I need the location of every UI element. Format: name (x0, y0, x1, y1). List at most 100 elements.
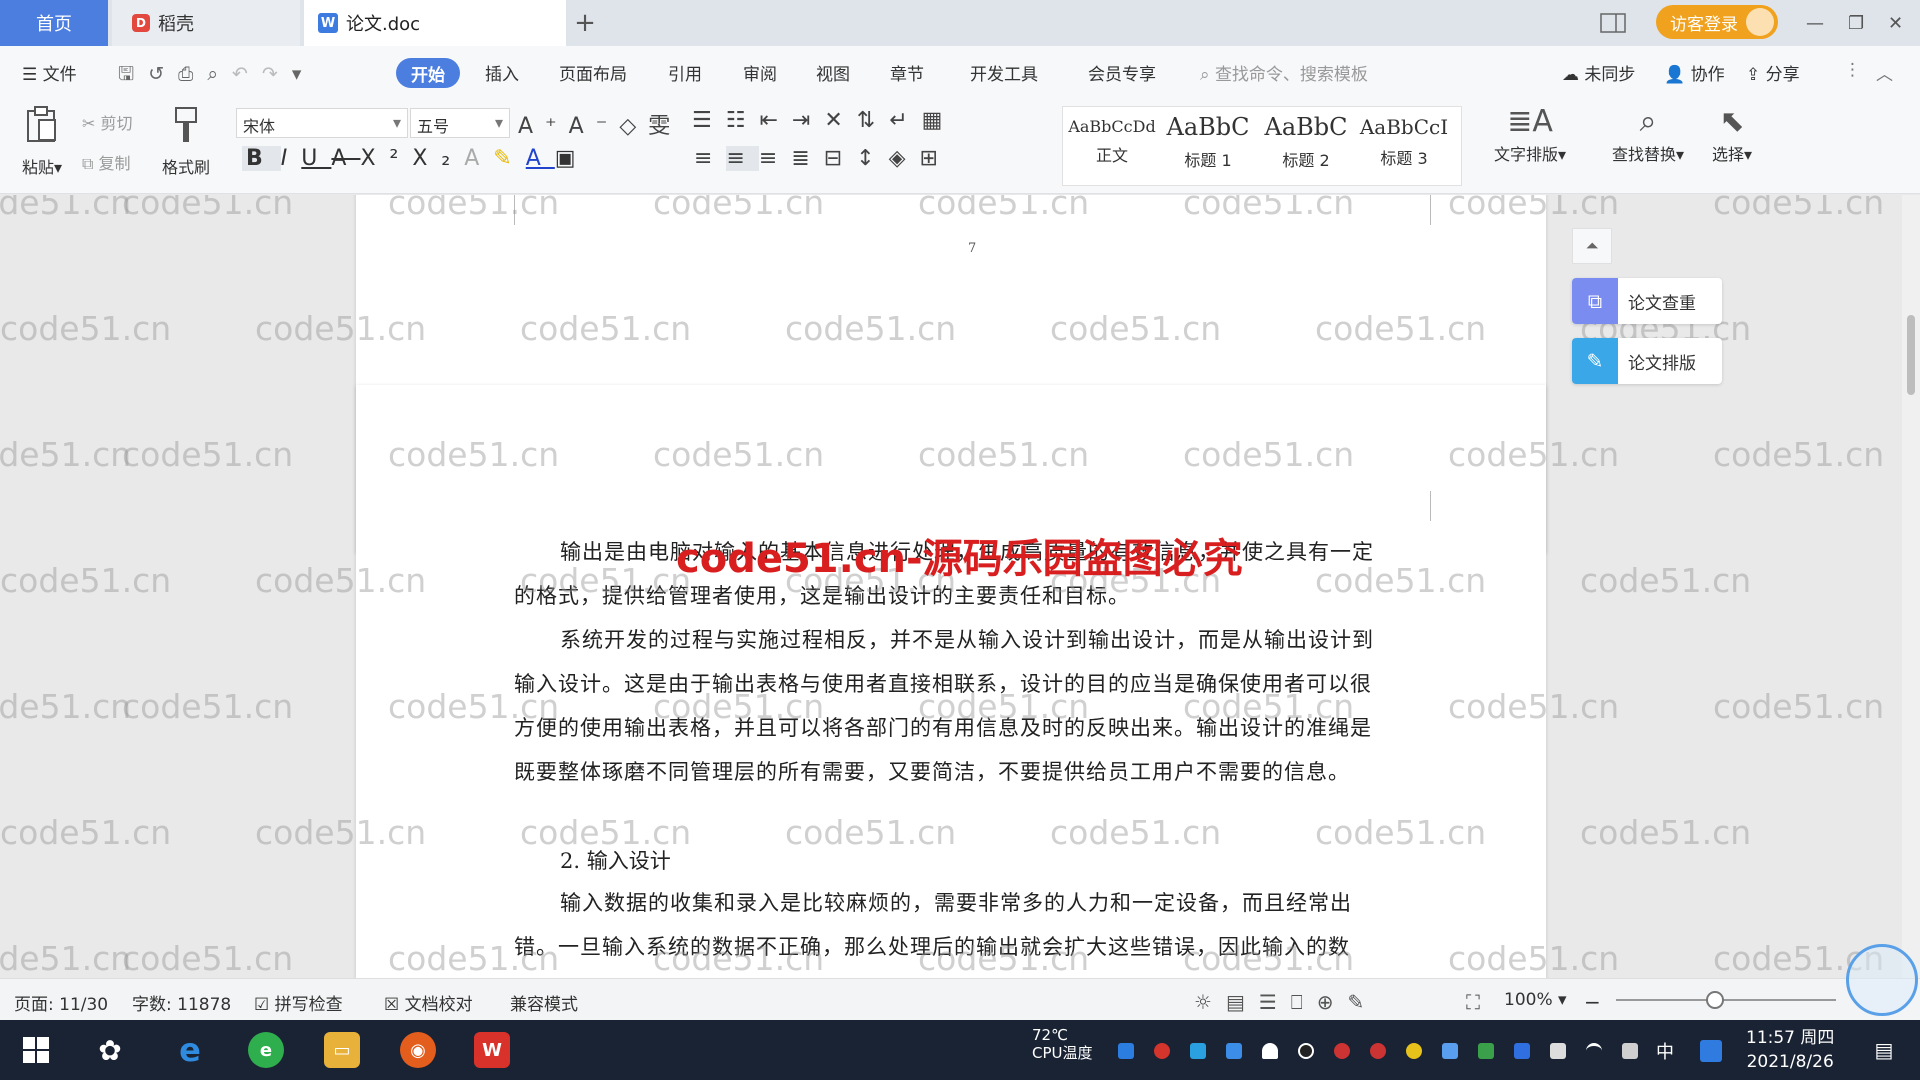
close-button[interactable]: ✕ (1888, 0, 1903, 46)
tab-insert[interactable]: 插入 (485, 60, 519, 85)
tab-developer[interactable]: 开发工具 (970, 60, 1038, 85)
new-tab-button[interactable]: + (570, 0, 600, 46)
ime-indicator[interactable]: 中 (1656, 1038, 1674, 1064)
write-view-icon[interactable]: ✎ (1348, 990, 1379, 1014)
tray-app-icon[interactable] (1118, 1043, 1134, 1059)
cut-button[interactable]: ✂ 剪切 (82, 110, 133, 134)
distributed-icon[interactable]: ⊟ (824, 146, 856, 171)
justify-icon[interactable]: ≣ (791, 146, 823, 171)
tray-bell-icon[interactable] (1262, 1043, 1278, 1059)
internet-explorer-icon[interactable]: e (172, 1031, 208, 1069)
wifi-icon[interactable] (1586, 1043, 1602, 1059)
grow-font-icon[interactable]: A⁺ (518, 114, 569, 139)
floating-tool-circle[interactable] (1846, 944, 1918, 1016)
sort-icon[interactable]: ⇅ (857, 108, 889, 133)
tray-plus-icon[interactable] (1406, 1043, 1422, 1059)
tray-shield-icon[interactable] (1226, 1043, 1242, 1059)
sync-button[interactable]: ☁ 未同步 (1562, 60, 1635, 85)
tray-antivirus-icon[interactable] (1154, 1043, 1170, 1059)
bullet-list-icon[interactable]: ☰ (692, 108, 726, 133)
tray-nvidia-icon[interactable] (1478, 1043, 1494, 1059)
pinwheel-app-icon[interactable]: ✿ (92, 1032, 128, 1068)
underline-icon[interactable]: U (301, 146, 331, 171)
battery-icon[interactable] (1550, 1043, 1566, 1059)
more-options-icon[interactable]: ⋮ (1844, 60, 1861, 80)
restore-button[interactable]: ❐ (1848, 0, 1864, 46)
tray-qq-icon-2[interactable] (1334, 1043, 1350, 1059)
system-clock[interactable]: 11:57 周四 2021/8/26 (1746, 1026, 1834, 1074)
style-heading-2[interactable]: AaBbC 标题 2 (1259, 107, 1353, 185)
browser-360-icon[interactable]: e (248, 1032, 284, 1068)
redo-icon[interactable]: ↷ (262, 63, 292, 85)
style-heading-1[interactable]: AaBbC 标题 1 (1161, 107, 1255, 185)
line-spacing-icon[interactable]: ↕ (856, 146, 888, 171)
shrink-font-icon[interactable]: A⁻ (569, 114, 620, 139)
fit-page-icon[interactable]: ⛶ (1466, 990, 1480, 1014)
scrollbar-thumb[interactable] (1907, 315, 1915, 395)
guest-login-button[interactable]: 访客登录 (1656, 5, 1778, 39)
side-panel-collapse-button[interactable]: ⏶ (1572, 228, 1612, 264)
show-marks-icon[interactable]: ↵ (889, 108, 921, 133)
minimize-button[interactable]: — (1806, 0, 1824, 46)
spell-check-button[interactable]: ☑ 拼写检查 (254, 990, 343, 1015)
quick-access-toolbar[interactable]: 🖫↺⎙⌕↶↷▾ (118, 60, 315, 92)
tab-document[interactable]: W 论文.doc (304, 0, 566, 46)
clear-format-icon[interactable]: ◇ (619, 114, 648, 139)
zoom-slider-track[interactable] (1616, 999, 1836, 1001)
collapse-ribbon-icon[interactable]: ︿ (1876, 60, 1893, 85)
undo-icon[interactable]: ↶ (232, 63, 262, 85)
tab-member[interactable]: 会员专享 (1088, 60, 1156, 85)
subscript-icon[interactable]: X₂ (412, 146, 464, 171)
window-layout-icon[interactable] (1600, 0, 1626, 46)
font-color-icon[interactable]: A (526, 146, 555, 171)
read-view-icon[interactable]: ⎕ (1291, 990, 1317, 1014)
tab-page-layout[interactable]: 页面布局 (559, 60, 627, 85)
tab-review[interactable]: 审阅 (743, 60, 777, 85)
windows-start-icon[interactable] (18, 1032, 54, 1068)
tray-network-tool-icon[interactable] (1190, 1043, 1206, 1059)
style-heading-3[interactable]: AaBbCcI 标题 3 (1357, 107, 1451, 185)
bold-icon[interactable]: B (242, 146, 281, 171)
thesis-layout-button[interactable]: ✎ 论文排版 (1572, 338, 1722, 384)
tab-home[interactable]: 首页 (0, 0, 108, 46)
text-effect-icon[interactable]: A (464, 146, 493, 171)
wps-writer-taskbar-icon[interactable]: W (474, 1032, 510, 1068)
save-icon[interactable]: 🖫 (118, 63, 148, 85)
tray-qq-icon[interactable] (1298, 1043, 1314, 1059)
web-view-icon[interactable]: ⊕ (1317, 990, 1348, 1014)
zoom-level[interactable]: 100% ▾ (1504, 990, 1567, 1010)
chinese-layout-icon[interactable]: ✕ (824, 108, 856, 133)
find-replace-button[interactable]: ⌕ 查找替换▾ (1612, 104, 1684, 165)
numbered-list-icon[interactable]: ☷ (726, 108, 760, 133)
italic-icon[interactable]: I (281, 146, 302, 171)
eye-protect-icon[interactable]: ☼ (1194, 990, 1226, 1014)
tab-daoke[interactable]: D 稻壳 (112, 0, 300, 46)
page-indicator[interactable]: 页面: 11/30 (14, 990, 108, 1015)
proofread-button[interactable]: ☒ 文档校对 (384, 990, 473, 1015)
notification-center-icon[interactable]: ▤ (1866, 1032, 1902, 1068)
char-border-icon[interactable]: ▣ (555, 146, 590, 171)
cpu-temp-widget[interactable]: 72℃ CPU温度 (1032, 1026, 1093, 1062)
tray-qq-icon-3[interactable] (1370, 1043, 1386, 1059)
paste-button[interactable]: 粘贴▾ (22, 106, 62, 178)
superscript-icon[interactable]: X² (360, 146, 412, 171)
shading-icon[interactable]: ◈ (889, 146, 920, 171)
format-painter-button[interactable]: 格式刷 (162, 106, 210, 178)
strikethrough-icon[interactable]: A (331, 146, 360, 171)
tab-home-ribbon[interactable]: 开始 (396, 58, 460, 88)
align-left-icon[interactable]: ≡ (694, 146, 726, 171)
bluetooth-icon[interactable] (1514, 1043, 1530, 1059)
align-center-icon[interactable]: ≡ (726, 146, 759, 171)
borders-icon[interactable]: ⊞ (920, 146, 952, 171)
file-explorer-icon[interactable]: ▭ (324, 1032, 360, 1068)
zoom-out-icon[interactable]: − (1584, 990, 1601, 1014)
tab-view[interactable]: 视图 (816, 60, 850, 85)
zoom-slider-knob[interactable] (1706, 991, 1724, 1009)
align-right-icon[interactable]: ≡ (759, 146, 791, 171)
font-size-select[interactable]: 五号 ▾ (410, 108, 510, 138)
volume-icon[interactable] (1622, 1043, 1638, 1059)
style-normal[interactable]: AaBbCcDd 正文 (1067, 107, 1157, 185)
print-preview-icon[interactable]: ⌕ (207, 63, 232, 85)
print-icon[interactable]: ⎙ (178, 63, 207, 85)
page-view-icon[interactable]: ▤ (1226, 990, 1259, 1014)
